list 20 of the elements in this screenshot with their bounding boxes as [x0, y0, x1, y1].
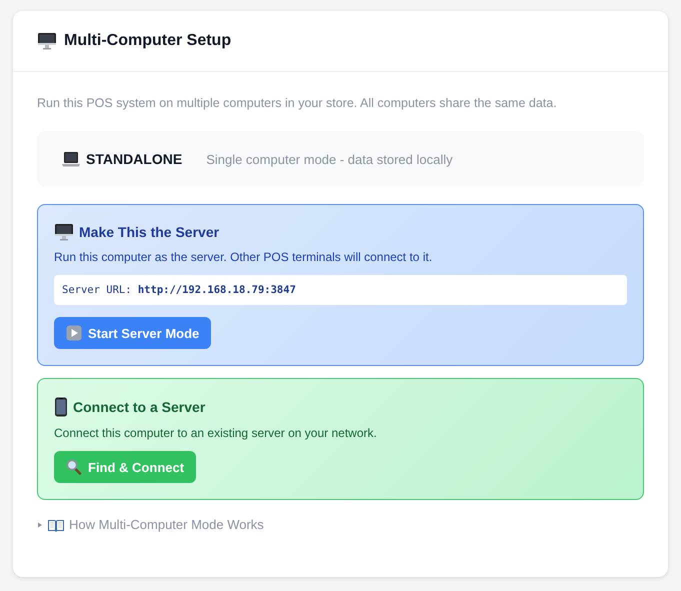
- option-title: Connect to a Server: [73, 399, 206, 415]
- start-server-button[interactable]: Start Server Mode: [54, 317, 212, 349]
- option-description: Run this computer as the server. Other POS terminals will connect to it.: [54, 250, 434, 264]
- monitor-icon: [37, 32, 57, 50]
- mode-description: Single computer mode - data stored locally: [206, 152, 453, 166]
- server-url: Server URL: http://192.168.18.79:3847: [54, 275, 627, 305]
- disclosure-triangle-icon[interactable]: [37, 522, 43, 528]
- card-title: Multi-Computer Setup: [64, 32, 232, 50]
- connect-button[interactable]: Find & Connect: [54, 451, 196, 483]
- book-icon: [47, 518, 65, 532]
- help-link[interactable]: How Multi-Computer Mode Works: [69, 517, 264, 532]
- search-icon: [66, 459, 82, 475]
- mode-label: STANDALONE: [86, 151, 182, 167]
- option-title: Make This the Server: [79, 224, 220, 240]
- play-icon: [66, 325, 82, 341]
- laptop-icon: [61, 150, 81, 168]
- intro-text: Run this POS system on multiple computers in your store. All computers share the same data.: [37, 96, 558, 110]
- monitor-icon: [54, 223, 74, 241]
- phone-icon: [54, 397, 68, 417]
- option-description: Connect this computer to an existing server on your network.: [54, 426, 378, 440]
